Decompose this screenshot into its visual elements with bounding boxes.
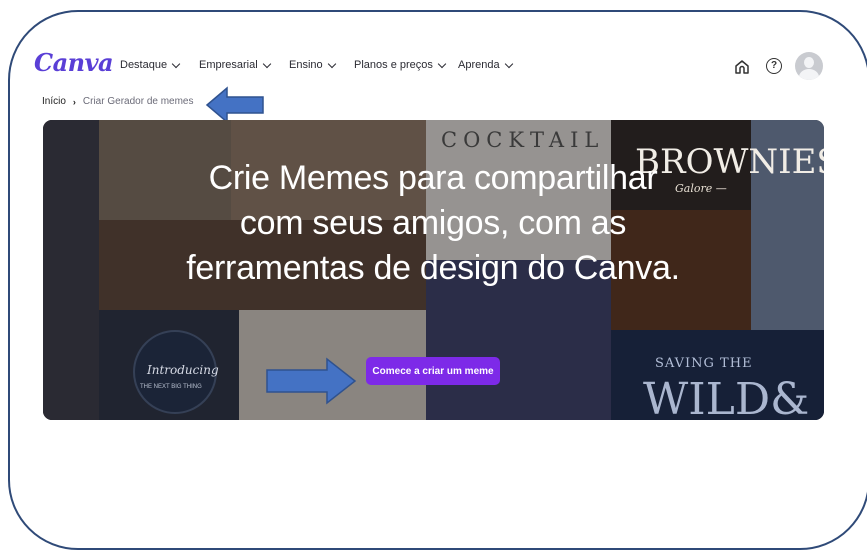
breadcrumb-current: Criar Gerador de memes (82, 96, 194, 107)
canva-logo[interactable]: Canva (34, 48, 114, 77)
create-meme-button[interactable]: Comece a criar um meme (366, 357, 500, 385)
breadcrumb: Início › Criar Gerador de memes (42, 96, 194, 107)
nav-empresarial[interactable]: Empresarial (199, 59, 271, 71)
nav-label: Ensino (289, 59, 323, 71)
breadcrumb-separator: › (72, 96, 76, 107)
bg-text: WILD& (643, 374, 810, 420)
bg-text: COCKTAIL (441, 128, 605, 152)
nav-planos[interactable]: Planos e preços (354, 59, 447, 71)
chevron-down-icon (437, 59, 447, 68)
avatar[interactable] (795, 52, 823, 80)
bg-text: SAVING THE (655, 356, 753, 371)
chevron-down-icon (504, 59, 513, 68)
help-icon[interactable]: ? (766, 58, 782, 74)
nav-aprenda[interactable]: Aprenda (458, 59, 513, 71)
nav-destaque[interactable]: Destaque (120, 59, 181, 71)
annotation-arrow-left-icon (205, 86, 264, 124)
hero-title: Crie Memes para compartilhar com seus am… (186, 159, 680, 287)
home-icon[interactable] (733, 58, 751, 76)
chevron-down-icon (171, 59, 181, 68)
chevron-down-icon (327, 59, 336, 68)
bg-text: Introducing (147, 363, 219, 377)
nav-ensino[interactable]: Ensino (289, 59, 336, 71)
bg-text: THE NEXT BIG THING (140, 384, 202, 390)
nav-label: Destaque (120, 59, 168, 71)
breadcrumb-home-link[interactable]: Início (42, 96, 66, 107)
hero-banner: COCKTAIL BROWNIES Galore — Introducing T… (43, 120, 824, 420)
nav-label: Aprenda (458, 59, 500, 71)
annotation-arrow-right-icon (266, 357, 357, 405)
nav-label: Planos e preços (354, 59, 433, 71)
nav-label: Empresarial (199, 59, 258, 71)
chevron-down-icon (262, 59, 271, 68)
